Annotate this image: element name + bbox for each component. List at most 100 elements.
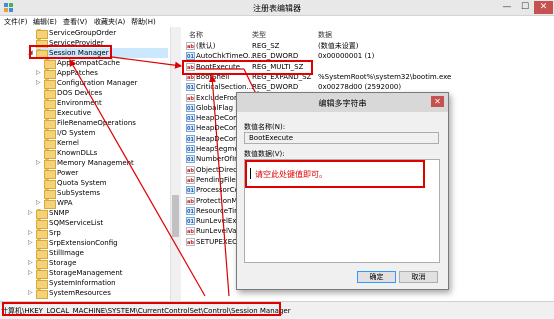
tree-item-label: SystemResources [49,289,111,297]
column-header-type[interactable]: 类型 [252,30,266,40]
value-name-label: 数值名称(N): [244,123,286,131]
tree-item-label: Storage [49,259,77,267]
cancel-button[interactable]: 取消 [399,271,438,283]
tree-item[interactable]: Quota System [44,178,168,189]
edit-multi-string-dialog: 编辑多字符串 ✕ 数值名称(N): BootExecute 数值数据(V): 请… [236,92,449,290]
folder-icon [36,249,48,259]
value-data-label: 数值数据(V): [244,150,285,158]
folder-icon [44,129,56,139]
expand-arrow-icon[interactable]: ▷ [28,238,33,248]
value-name: RunLevelVali [196,227,241,236]
tree-item[interactable]: Executive [44,108,168,119]
value-type: REG_DWORD [252,83,299,92]
maximize-button[interactable]: ☐ [516,1,534,14]
tree-item[interactable]: ▷ Storage [28,258,168,269]
tree-scroll-thumb[interactable] [172,195,179,237]
value-data: (数值未设置) [318,42,359,50]
minimize-button[interactable]: — [498,1,516,14]
folder-icon [36,29,48,39]
annotation-hint-text: 请空此处键值即可。 [255,170,327,179]
tree-item-label: Executive [57,109,92,117]
tree-item-label: Srp [49,229,61,237]
tree-item[interactable]: ▷ Configuration Manager [36,78,168,89]
registry-key-tree[interactable]: ServiceGroupOrder ServiceProvider ◢ Session… [0,27,179,301]
expand-arrow-icon[interactable]: ▷ [28,208,33,218]
tree-item[interactable]: AppCompatCache [44,58,168,69]
expand-arrow-icon[interactable]: ▷ [28,268,33,278]
tree-item[interactable]: ▷ Srp [28,228,168,239]
binary-value-icon: 01 [186,134,195,143]
tree-item[interactable]: Power [44,168,168,179]
binary-value-icon: 01 [186,145,195,153]
tree-item-label: AppCompatCache [57,59,120,67]
tree-item[interactable]: ▷ AppPatches [36,68,168,79]
binary-value-icon: 01 [186,114,195,123]
folder-icon [36,229,48,239]
tree-item-label: SubSystems [57,189,101,197]
tree-item[interactable]: StillImage [36,248,168,259]
expand-arrow-icon[interactable]: ▷ [36,158,41,168]
menu-file[interactable]: 文件(F) [4,17,28,27]
binary-value-icon: 01 [186,155,195,164]
value-name-field: BootExecute [244,132,439,144]
folder-icon [44,89,56,99]
menu-edit[interactable]: 编辑(E) [33,17,57,27]
folder-icon [36,289,48,299]
tree-item[interactable]: Environment [44,98,168,109]
tree-item[interactable]: DOS Devices [44,88,168,99]
close-button[interactable]: ✕ [534,1,553,14]
expand-arrow-icon[interactable]: ▷ [28,228,33,238]
tree-item[interactable]: ▷ WPA [36,198,168,209]
column-header-name[interactable]: 名称 [189,30,203,40]
tree-scrollbar[interactable] [170,27,179,301]
tree-item[interactable]: ServiceGroupOrder [36,28,168,39]
expand-arrow-icon[interactable]: ▷ [36,198,41,208]
value-name: ExcludeFrom [196,93,241,102]
tree-item[interactable]: FileRenameOperations [44,118,168,129]
folder-icon [44,99,56,109]
ok-button[interactable]: 确定 [357,271,396,283]
tree-item[interactable]: ▷ SNMP [28,208,168,219]
string-value-icon: ab [186,175,195,184]
tree-item-label: SNMP [49,209,69,217]
menu-favorites[interactable]: 收藏夹(A) [94,17,125,27]
folder-icon [36,269,48,279]
value-name: ResourceTim [196,206,241,215]
value-row[interactable]: 01 CriticalSection... REG_DWORD 0x00278d00 … [181,82,554,92]
expand-arrow-icon[interactable]: ▷ [28,288,33,298]
value-name: HeapDeCom [196,114,240,123]
tree-item[interactable]: Kernel [44,138,168,149]
tree-item-label: SQMServiceList [49,219,104,227]
value-name: SETUPEXECL [196,237,241,246]
tree-item[interactable]: I/O System [44,128,168,139]
menu-help[interactable]: 帮助(H) [131,17,156,27]
folder-icon [44,169,56,179]
value-row[interactable]: ab (默认) REG_SZ (数值未设置) [181,41,554,51]
dialog-close-button[interactable]: ✕ [431,96,444,107]
tree-item[interactable]: ▷ SystemResources [28,288,168,299]
expand-arrow-icon[interactable]: ▷ [36,78,41,88]
tree-item[interactable]: ▷ SrpExtensionConfig [28,238,168,249]
tree-item-label: Environment [57,99,102,107]
value-name: (默认) [196,42,216,50]
dialog-title: 编辑多字符串 [318,99,367,108]
string-value-icon: ab [186,93,195,102]
tree-item-label: FileRenameOperations [57,119,136,127]
tree-item[interactable]: SubSystems [44,188,168,199]
tree-item-label: WPA [57,199,73,207]
binary-value-icon: 01 [186,103,195,112]
value-name: HeapDeCom [196,134,240,143]
tree-item[interactable]: ▷ Memory Management [36,158,168,169]
tree-item[interactable]: SQMServiceList [36,218,168,229]
text-caret [250,168,251,179]
tree-item-label: Kernel [57,139,79,147]
annotation-box-hint: 请空此处键值即可。 [245,160,425,188]
tree-item[interactable]: ▷ StorageManagement [28,268,168,279]
tree-item[interactable]: KnownDLLs [44,148,168,159]
value-data: 0x00278d00 (2592000) [318,83,402,92]
expand-arrow-icon[interactable]: ▷ [36,68,41,78]
expand-arrow-icon[interactable]: ▷ [28,258,33,268]
column-header-data[interactable]: 数据 [318,30,332,40]
menu-view[interactable]: 查看(V) [63,17,87,27]
tree-item[interactable]: SystemInformation [36,278,168,289]
